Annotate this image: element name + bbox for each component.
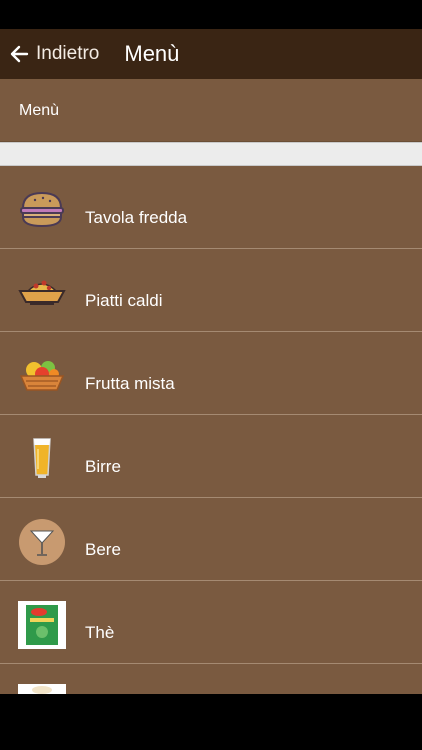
list-item-piatti-caldi[interactable]: Piatti caldi — [0, 249, 422, 332]
list-item-frutta-mista[interactable]: Frutta mista — [0, 332, 422, 415]
back-button[interactable]: Indietro — [0, 29, 99, 79]
navigation-bar — [0, 694, 422, 750]
arrow-left-icon — [10, 45, 29, 63]
page-title: Menù — [124, 41, 180, 66]
list-item-bere[interactable]: Bere — [0, 498, 422, 581]
list-item-label: Tavola fredda — [85, 208, 188, 227]
menu-list: Tavola fredda Piatti caldi Frutta mista — [0, 166, 422, 694]
sandwich-icon — [20, 191, 64, 228]
list-item-partial[interactable] — [0, 664, 422, 694]
list-item-label: Piatti caldi — [85, 291, 163, 310]
list-item-the[interactable]: Thè — [0, 581, 422, 664]
tea-box-icon — [18, 601, 66, 649]
section-header: Menù — [0, 80, 422, 142]
fruit-basket-icon — [19, 361, 65, 391]
section-title: Menù — [19, 101, 60, 119]
list-item-label: Frutta mista — [85, 374, 175, 393]
beer-glass-icon — [33, 438, 51, 478]
list-item-label: Thè — [85, 623, 115, 642]
list-item-tavola-fredda[interactable]: Tavola fredda — [0, 166, 422, 249]
status-bar — [0, 0, 422, 29]
app-bar: Indietro Menù — [0, 29, 422, 80]
list-item-birre[interactable]: Birre — [0, 415, 422, 498]
partial-item-icon — [18, 684, 66, 694]
list-item-label: Birre — [85, 457, 121, 476]
pasta-bowl-icon — [18, 280, 66, 305]
separator-band — [0, 142, 422, 166]
cocktail-icon — [19, 519, 65, 565]
back-label: Indietro — [36, 43, 100, 64]
list-item-label: Bere — [85, 540, 121, 559]
